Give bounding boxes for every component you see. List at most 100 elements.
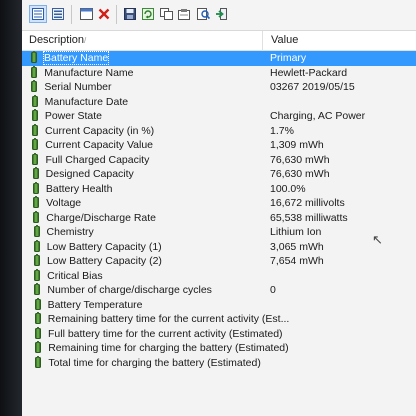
property-label: Battery Name [42,51,110,65]
delete-icon[interactable] [96,6,112,22]
battery-icon [34,283,41,295]
property-value: 16,672 millivolts [270,197,345,209]
copy-icon[interactable] [158,6,174,22]
property-label: Low Battery Capacity (2) [46,255,162,267]
list-item[interactable]: Current Capacity Value 1,309 mWh [22,138,416,153]
battery-icon [34,312,41,324]
property-label: Battery Temperature [47,298,143,311]
property-label: Remaining time for charging the battery … [48,342,289,354]
property-label: Battery Health [45,182,113,195]
property-label: Total time for charging the battery (Est… [48,356,261,369]
list-item[interactable]: Low Battery Capacity (1) 3,065 mWh [22,239,416,255]
property-label: Full battery time for the current activi… [47,327,283,340]
battery-icon [32,152,39,165]
list-item[interactable]: Power State Charging, AC Power [22,109,416,124]
search-icon[interactable] [195,6,211,22]
column-description[interactable]: Description [29,34,84,46]
battery-icon [31,80,38,92]
list-item[interactable]: Remaining battery time for the current a… [22,312,416,327]
battery-icon [31,51,37,63]
list-item[interactable]: Battery Health 100.0% [22,181,416,197]
battery-properties-list: Battery Name Primary Manufacture Name Hewle… [22,51,416,370]
battery-info-window: Description / Value Battery Name Primary M… [22,0,416,416]
list-item[interactable]: Charge/Discharge Rate 65,538 milliwatts [22,210,416,226]
battery-icon [31,109,38,121]
column-header: Description / Value [22,31,416,51]
property-value: 03267 2019/05/15 [270,81,355,93]
property-label: Designed Capacity [45,168,134,180]
property-label: Low Battery Capacity (1) [46,240,162,253]
battery-icon [34,297,41,310]
property-value: Charging, AC Power [270,110,366,122]
list-item[interactable]: Full battery time for the current activi… [22,326,416,342]
window-icon[interactable] [78,6,94,22]
list-item[interactable]: Voltage 16,672 millivolts [22,196,416,211]
property-label: Chemistry [46,226,94,238]
list-item[interactable]: Serial Number 03267 2019/05/15 [22,80,416,95]
property-value: 1,309 mWh [270,139,324,151]
battery-icon [34,268,41,281]
property-value: Lithium Ion [270,226,322,238]
list-item[interactable]: Chemistry Lithium Ion [22,225,416,240]
property-value: 65,538 milliwatts [270,211,348,224]
property-value: Hewlett-Packard [270,66,348,79]
battery-icon [33,239,40,252]
mouse-cursor-icon: ↖ [372,232,383,247]
battery-icon [35,355,42,368]
view-list-icon[interactable] [50,6,66,22]
property-label: Manufacture Name [44,66,134,79]
battery-icon [31,65,38,78]
property-value: 100.0% [270,182,306,195]
property-label: Serial Number [44,81,112,93]
list-item[interactable]: Critical Bias [22,268,416,284]
property-label: Power State [44,110,103,122]
list-item[interactable]: Battery Temperature [22,297,416,313]
list-item[interactable]: Manufacture Name Hewlett-Packard [22,65,416,81]
property-label: Voltage [46,197,82,209]
property-value: 1.7% [270,124,294,137]
property-label: Current Capacity Value [45,139,154,151]
list-item[interactable]: Number of charge/discharge cycles 0 [22,283,416,298]
property-label: Current Capacity (in %) [45,124,155,137]
property-value: 7,654 mWh [270,255,324,267]
list-item[interactable]: Low Battery Capacity (2) 7,654 mWh [22,254,416,269]
battery-icon [32,181,39,194]
property-value: 3,065 mWh [270,240,324,253]
battery-icon [33,225,40,237]
save-icon[interactable] [122,6,138,22]
refresh-icon[interactable] [140,6,156,22]
battery-icon [35,341,42,353]
list-item[interactable]: Designed Capacity 76,630 mWh [22,167,416,182]
property-value: 0 [270,284,276,296]
monitor-bezel [0,0,22,416]
list-item[interactable]: Manufacture Date [22,94,416,110]
column-divider[interactable] [262,31,263,50]
battery-icon [32,123,39,136]
list-item[interactable]: Remaining time for charging the battery … [22,341,416,356]
battery-icon [32,138,39,150]
properties-icon[interactable] [176,6,192,22]
battery-icon [31,94,38,107]
property-value: Primary [270,52,307,64]
exit-icon[interactable] [213,6,229,22]
battery-icon [32,167,39,179]
toolbar [22,0,416,31]
property-label: Full Charged Capacity [45,153,150,166]
view-details-icon[interactable] [29,5,47,23]
toolbar-separator [71,5,72,24]
property-value: 76,630 mWh [270,153,330,166]
battery-icon [34,326,41,339]
column-value[interactable]: Value [271,34,298,46]
list-item[interactable]: Battery Name Primary [22,51,416,66]
toolbar-separator [116,5,117,24]
property-value: 76,630 mWh [270,168,330,180]
property-label: Charge/Discharge Rate [46,211,157,224]
list-item[interactable]: Full Charged Capacity 76,630 mWh [22,152,416,168]
battery-icon [33,210,40,223]
property-label: Number of charge/discharge cycles [47,284,212,296]
list-item[interactable]: Total time for charging the battery (Est… [22,355,416,371]
property-label: Remaining battery time for the current a… [47,313,290,325]
property-label: Manufacture Date [44,95,129,108]
battery-icon [33,254,40,266]
list-item[interactable]: Current Capacity (in %) 1.7% [22,123,416,139]
